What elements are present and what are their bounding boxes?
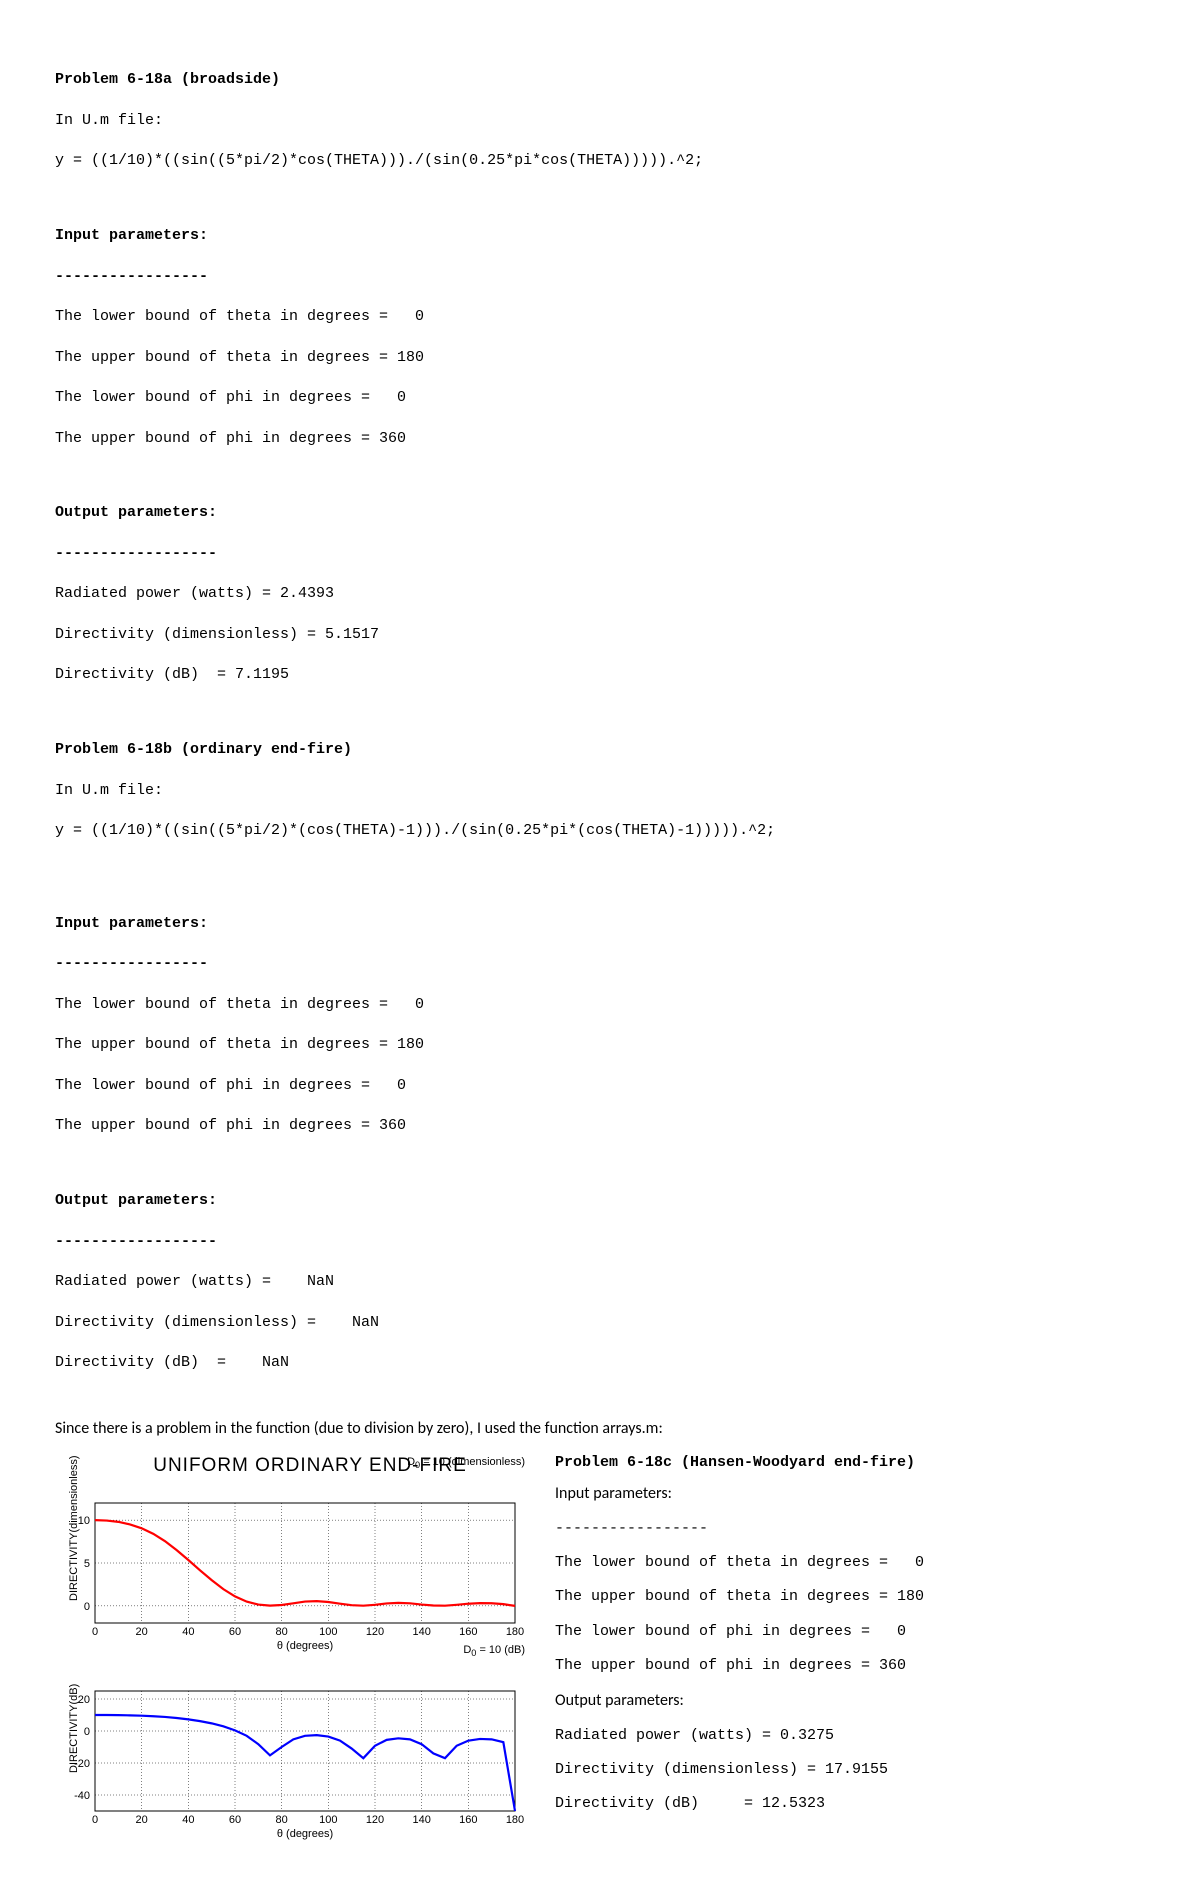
p18a-inhdr: Input parameters:: [55, 226, 1145, 246]
p18a-out3: Directivity (dB) = 7.1195: [55, 665, 1145, 685]
p18a-outhdr: Output parameters:: [55, 503, 1145, 523]
svg-text:0: 0: [92, 1814, 98, 1826]
svg-text:0: 0: [92, 1626, 98, 1638]
p18a-in3: The lower bound of phi in degrees = 0: [55, 388, 1145, 408]
svg-text:40: 40: [182, 1626, 194, 1638]
svg-text:20: 20: [136, 1626, 148, 1638]
svg-text:160: 160: [459, 1626, 477, 1638]
ylabel1: DIRECTIVITY(dimensionless): [67, 1456, 82, 1601]
chart-sub1: D0 = 10 (dimensionless): [407, 1455, 525, 1472]
svg-text:120: 120: [366, 1626, 384, 1638]
svg-text:60: 60: [229, 1626, 241, 1638]
p18c-out3: Directivity (dB) = 12.5323: [555, 1794, 1145, 1814]
p18b-title: Problem 6-18b (ordinary end-fire): [55, 740, 1145, 760]
svg-text:180: 180: [506, 1626, 524, 1638]
p18a-out2: Directivity (dimensionless) = 5.1517: [55, 625, 1145, 645]
svg-text:80: 80: [276, 1626, 288, 1638]
p18b-in1: The lower bound of theta in degrees = 0: [55, 995, 1145, 1015]
p18b-file: In U.m file:: [55, 781, 1145, 801]
svg-text:180: 180: [506, 1814, 524, 1826]
svg-text:40: 40: [182, 1814, 194, 1826]
p18c-title: Problem 6-18c (Hansen-Woodyard end-fire): [555, 1453, 1145, 1473]
p18c-in3: The lower bound of phi in degrees = 0: [555, 1622, 1145, 1642]
p18b-outhdr: Output parameters:: [55, 1191, 1145, 1211]
p18b-out3: Directivity (dB) = NaN: [55, 1353, 1145, 1373]
svg-text:θ (degrees): θ (degrees): [277, 1828, 333, 1840]
p18b-eq: y = ((1/10)*((sin((5*pi/2)*(cos(THETA)-1…: [55, 821, 1145, 841]
note: Since there is a problem in the function…: [55, 1418, 1145, 1440]
p18c-in1: The lower bound of theta in degrees = 0: [555, 1553, 1145, 1573]
p18c-inhdr: Input parameters:: [555, 1483, 1145, 1505]
svg-text:5: 5: [84, 1558, 90, 1570]
p18b-in2: The upper bound of theta in degrees = 18…: [55, 1035, 1145, 1055]
p18a-in2: The upper bound of theta in degrees = 18…: [55, 348, 1145, 368]
p18b-out2: Directivity (dimensionless) = NaN: [55, 1313, 1145, 1333]
p18a-eq: y = ((1/10)*((sin((5*pi/2)*cos(THETA))).…: [55, 151, 1145, 171]
svg-text:80: 80: [276, 1814, 288, 1826]
p18b-in4: The upper bound of phi in degrees = 360: [55, 1116, 1145, 1136]
p18c-in4: The upper bound of phi in degrees = 360: [555, 1656, 1145, 1676]
svg-text:0: 0: [84, 1601, 90, 1613]
dash: -----------------: [555, 1519, 1145, 1539]
p18b-out1: Radiated power (watts) = NaN: [55, 1272, 1145, 1292]
p18b-inhdr: Input parameters:: [55, 914, 1145, 934]
svg-text:-40: -40: [74, 1790, 90, 1802]
svg-text:0: 0: [84, 1726, 90, 1738]
svg-text:140: 140: [412, 1626, 430, 1638]
p18c-out1: Radiated power (watts) = 0.3275: [555, 1726, 1145, 1746]
svg-text:120: 120: [366, 1814, 384, 1826]
dash: ------------------: [55, 1232, 1145, 1252]
dash: ------------------: [55, 544, 1145, 564]
ylabel2: DIRECTIVITY(dB): [67, 1684, 82, 1773]
p18a-out1: Radiated power (watts) = 2.4393: [55, 584, 1145, 604]
svg-text:140: 140: [412, 1814, 430, 1826]
dash: -----------------: [55, 267, 1145, 287]
p18a-in1: The lower bound of theta in degrees = 0: [55, 307, 1145, 327]
svg-text:100: 100: [319, 1626, 337, 1638]
p18c-outhdr: Output parameters:: [555, 1690, 1145, 1712]
svg-text:60: 60: [229, 1814, 241, 1826]
chart-svg: 0204060801001201401601800510θ (degrees)0…: [55, 1481, 535, 1841]
svg-text:θ (degrees): θ (degrees): [277, 1640, 333, 1652]
svg-text:20: 20: [136, 1814, 148, 1826]
svg-text:160: 160: [459, 1814, 477, 1826]
p18a-in4: The upper bound of phi in degrees = 360: [55, 429, 1145, 449]
p18c-out2: Directivity (dimensionless) = 17.9155: [555, 1760, 1145, 1780]
dash: -----------------: [55, 954, 1145, 974]
p18c-in2: The upper bound of theta in degrees = 18…: [555, 1587, 1145, 1607]
svg-text:100: 100: [319, 1814, 337, 1826]
figure: DIRECTIVITY(dimensionless) DIRECTIVITY(d…: [55, 1453, 535, 1813]
p18b-in3: The lower bound of phi in degrees = 0: [55, 1076, 1145, 1096]
p18a-file: In U.m file:: [55, 111, 1145, 131]
p18a-title: Problem 6-18a (broadside): [55, 70, 1145, 90]
chart-sub2: D0 = 10 (dB): [463, 1643, 525, 1660]
